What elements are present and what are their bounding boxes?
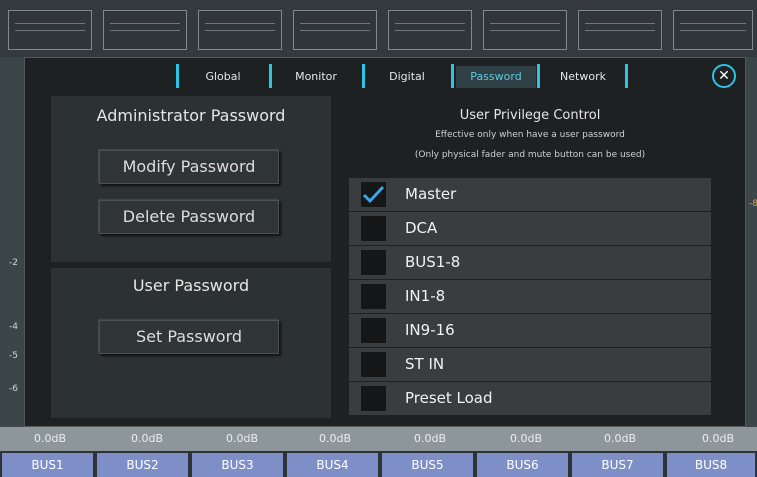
scale-mark: -5	[9, 351, 18, 361]
admin-password-title: Administrator Password	[96, 106, 286, 125]
tab-separator	[362, 64, 365, 88]
set-password-button[interactable]: Set Password	[99, 320, 279, 354]
tab-global[interactable]: Global	[183, 66, 263, 88]
privilege-label: IN1-8	[405, 287, 446, 305]
bus-tab-8[interactable]: BUS8	[667, 453, 755, 477]
delete-password-button[interactable]: Delete Password	[99, 200, 279, 234]
privilege-item-dca[interactable]: DCA	[349, 212, 711, 245]
privilege-label: DCA	[405, 219, 438, 237]
privilege-checkbox[interactable]	[361, 352, 386, 377]
tab-network[interactable]: Network	[543, 66, 623, 88]
user-password-title: User Password	[132, 276, 250, 295]
privilege-label: BUS1-8	[405, 253, 461, 271]
channel-meter	[578, 10, 662, 50]
privilege-item-in9-16[interactable]: IN9-16	[349, 314, 711, 347]
channel-meter	[388, 10, 472, 50]
privilege-label: ST IN	[405, 355, 445, 373]
fader-value: 0.0dB	[701, 432, 735, 445]
tab-password[interactable]: Password	[456, 66, 536, 88]
privilege-item-master[interactable]: Master	[349, 178, 711, 211]
fader-value: 0.0dB	[225, 432, 259, 445]
bus-tab-2[interactable]: BUS2	[97, 453, 188, 477]
scale-mark: -2	[9, 258, 18, 268]
privilege-label: Master	[405, 185, 457, 203]
bus-tab-1[interactable]: BUS1	[2, 453, 93, 477]
privilege-checkbox[interactable]	[361, 284, 386, 309]
privilege-label: IN9-16	[405, 321, 455, 339]
tab-separator	[176, 64, 179, 88]
channel-meter	[198, 10, 282, 50]
channel-meter	[293, 10, 377, 50]
channel-meter	[103, 10, 187, 50]
bus-tab-7[interactable]: BUS7	[572, 453, 663, 477]
fader-value: 0.0dB	[603, 432, 637, 445]
tab-digital[interactable]: Digital	[369, 66, 445, 88]
privilege-item-preset-load[interactable]: Preset Load	[349, 382, 711, 415]
privilege-item-in1-8[interactable]: IN1-8	[349, 280, 711, 313]
channel-meter	[483, 10, 567, 50]
privilege-label: Preset Load	[405, 389, 493, 407]
privilege-checkbox[interactable]	[361, 216, 386, 241]
privilege-checkbox[interactable]	[361, 250, 386, 275]
bus-tab-6[interactable]: BUS6	[477, 453, 568, 477]
user-password-panel: User Password Set Password	[51, 268, 331, 418]
fader-value: 0.0dB	[413, 432, 447, 445]
fader-value: 0.0dB	[318, 432, 352, 445]
privilege-note-2: (Only physical fader and mute button can…	[414, 150, 646, 160]
channel-meter	[8, 10, 92, 50]
tab-separator	[269, 64, 272, 88]
privilege-checkbox[interactable]	[361, 386, 386, 411]
tab-separator	[625, 64, 628, 88]
tab-separator	[451, 64, 454, 88]
channel-meter	[673, 10, 753, 50]
privilege-checkbox[interactable]	[361, 318, 386, 343]
channel-strip-top	[0, 0, 757, 57]
settings-tabbar: Global Monitor Digital Password Network …	[25, 58, 745, 92]
bus-tab-4[interactable]: BUS4	[287, 453, 378, 477]
admin-password-panel: Administrator Password Modify Password D…	[51, 96, 331, 262]
modify-password-button[interactable]: Modify Password	[99, 150, 279, 184]
fader-value: 0.0dB	[130, 432, 164, 445]
privilege-note-1: Effective only when have a user password	[435, 130, 625, 140]
close-icon[interactable]: ✕	[712, 64, 736, 88]
fader-value: 0.0dB	[33, 432, 67, 445]
bus-tab-5[interactable]: BUS5	[382, 453, 473, 477]
checkmark-icon	[362, 185, 385, 204]
privilege-title: User Privilege Control	[459, 108, 601, 123]
bus-tab-3[interactable]: BUS3	[192, 453, 283, 477]
privilege-checkbox[interactable]	[361, 182, 386, 207]
scale-mark: -4	[9, 322, 18, 332]
scale-mark: -6	[9, 384, 18, 394]
scale-mark-right: -8	[749, 199, 757, 209]
fader-value: 0.0dB	[509, 432, 543, 445]
privilege-item-bus1-8[interactable]: BUS1-8	[349, 246, 711, 279]
tab-separator	[537, 64, 540, 88]
privilege-item-st-in[interactable]: ST IN	[349, 348, 711, 381]
settings-dialog: Global Monitor Digital Password Network …	[24, 57, 746, 427]
tab-monitor[interactable]: Monitor	[276, 66, 356, 88]
